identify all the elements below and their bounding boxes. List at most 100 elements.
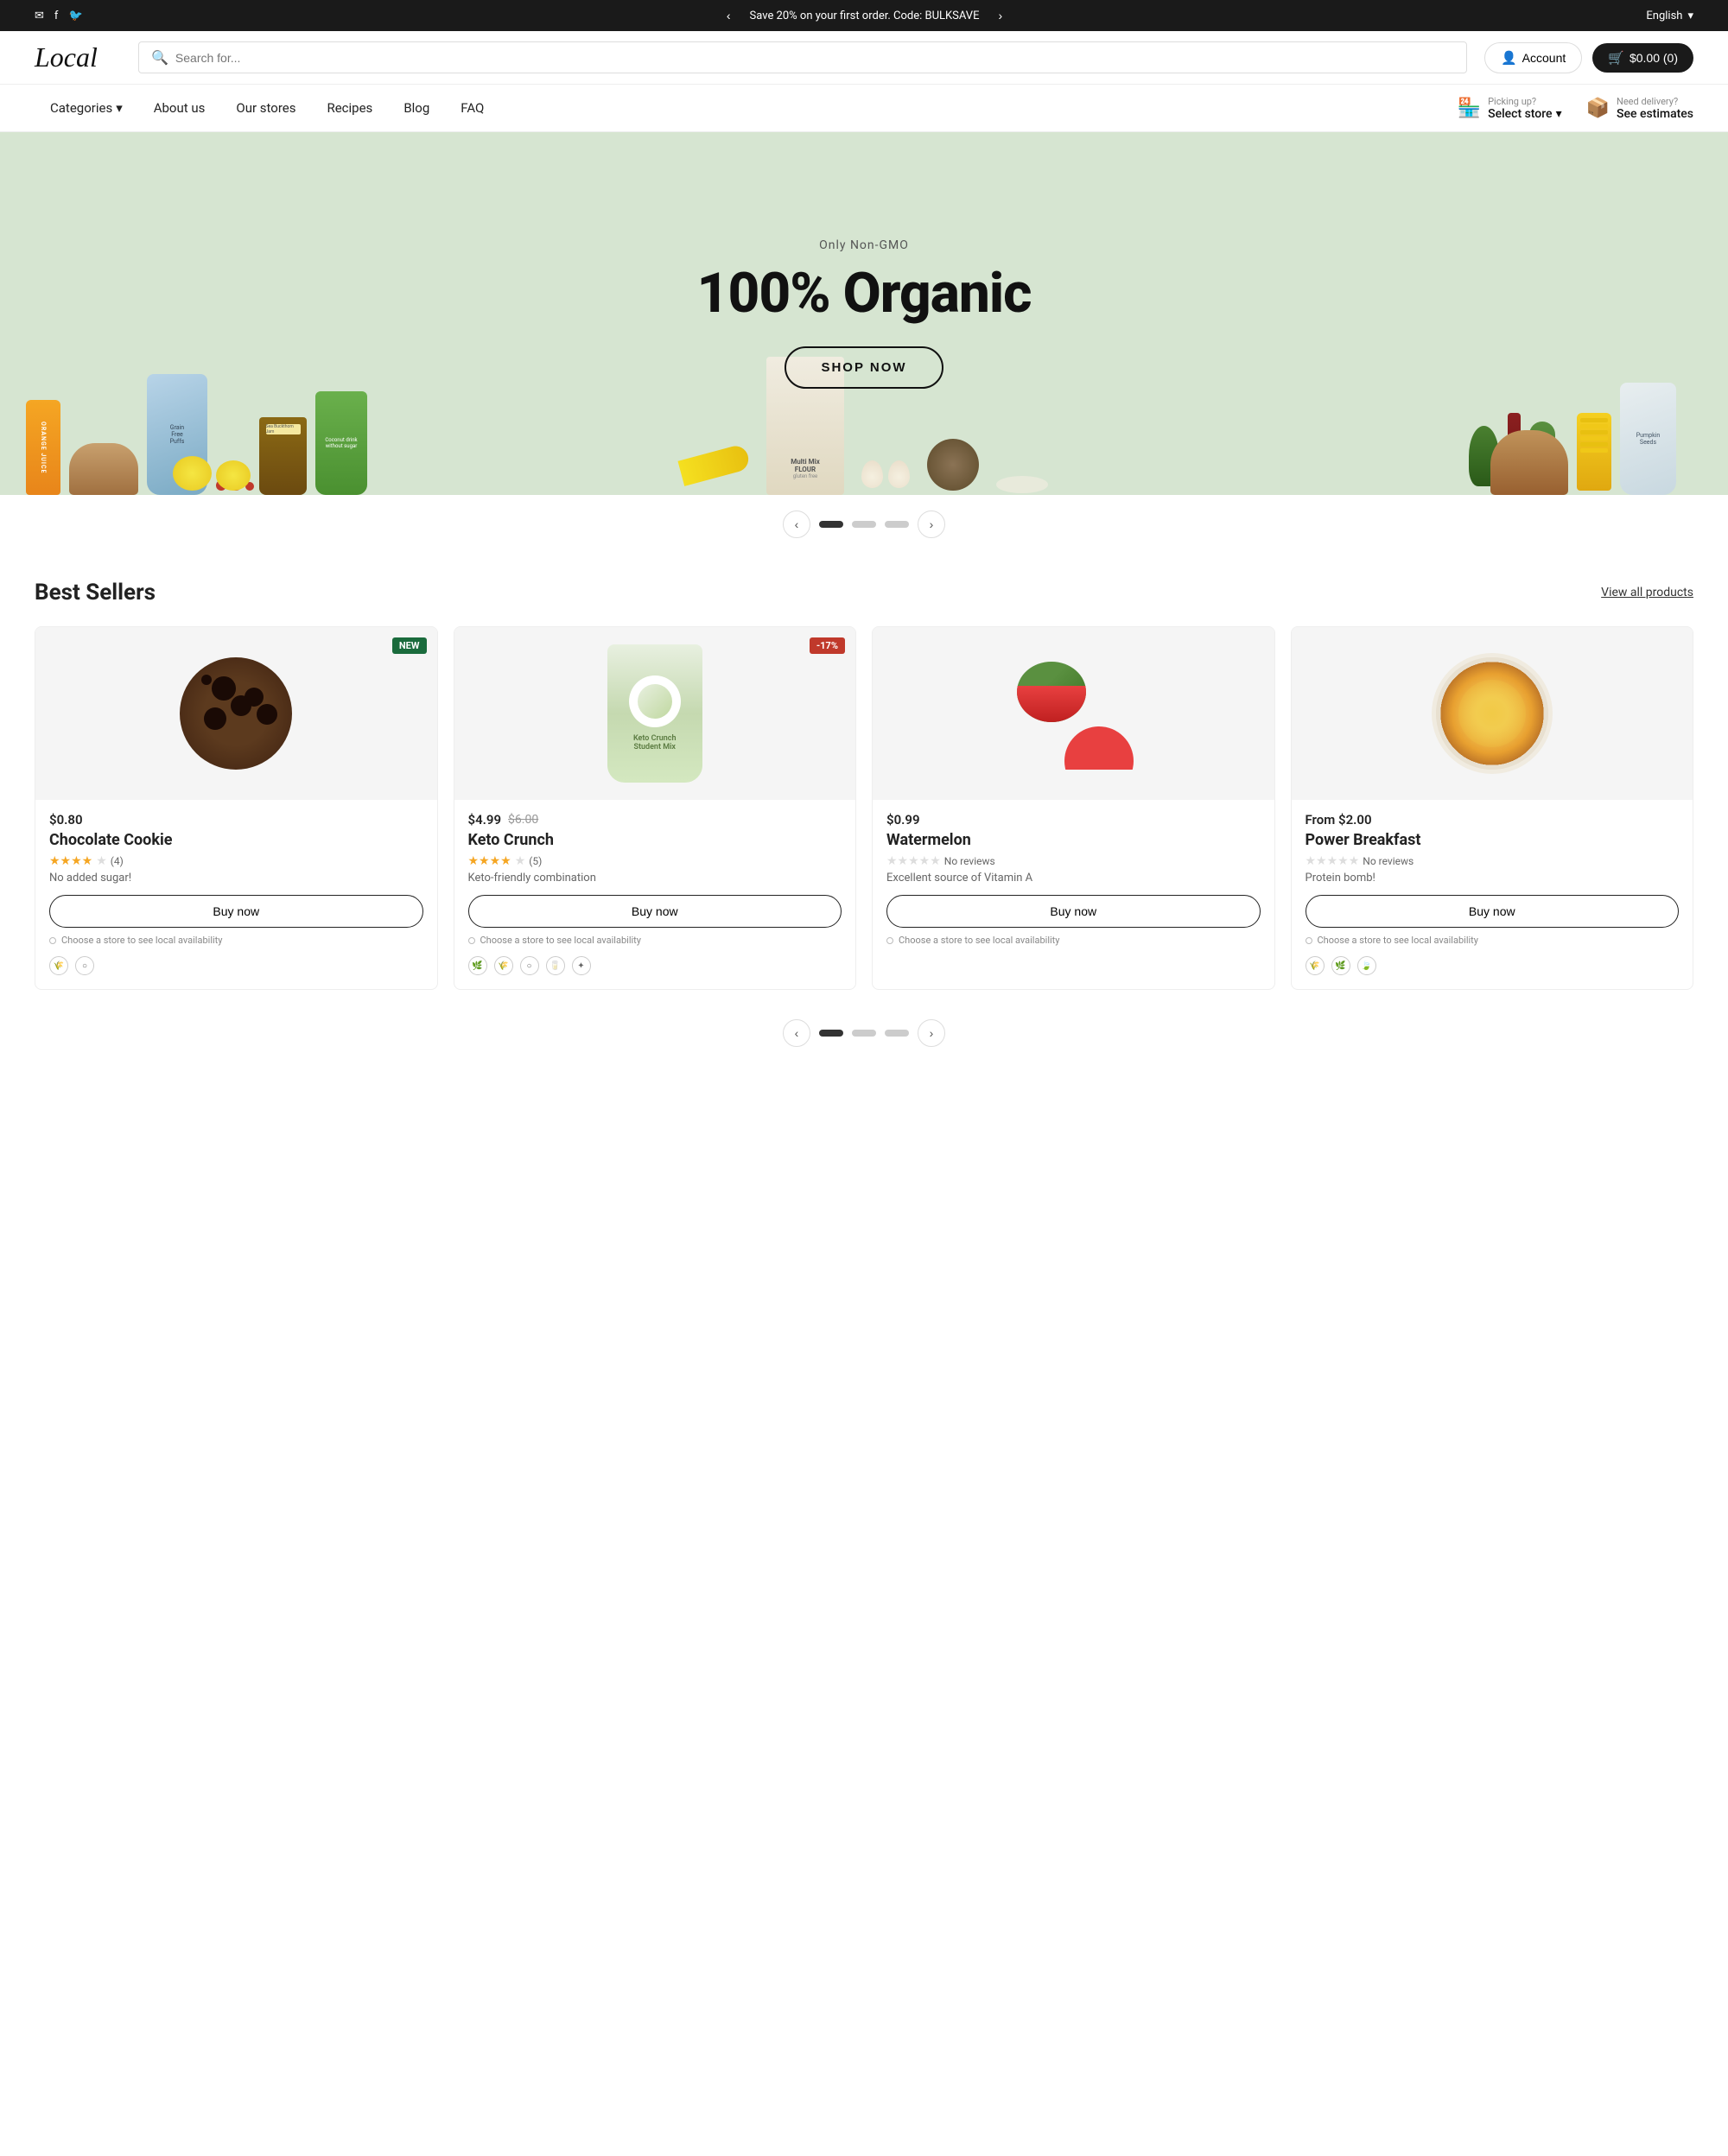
review-count: (5)	[529, 855, 542, 867]
hero-dot-2[interactable]	[852, 521, 876, 528]
flour-spill	[996, 476, 1048, 493]
delivery-icon: 📦	[1586, 98, 1610, 119]
products-carousel-controls: ‹ ›	[0, 1007, 1728, 1073]
buy-now-button[interactable]: Buy now	[1306, 895, 1680, 928]
keto-icon: ✦	[572, 956, 591, 975]
search-icon: 🔍	[151, 49, 168, 66]
account-label: Account	[1522, 51, 1566, 65]
chevron-down-icon: ▾	[1687, 10, 1693, 22]
products-dot-3[interactable]	[885, 1030, 909, 1037]
hero-cta-button[interactable]: SHOP NOW	[785, 346, 943, 389]
product-berries	[216, 479, 254, 491]
view-all-link[interactable]: View all products	[1601, 586, 1693, 599]
hero-dot-3[interactable]	[885, 521, 909, 528]
promo-prev-button[interactable]: ‹	[721, 7, 736, 24]
product-info-chocolate-cookie: $0.80 Chocolate Cookie ★★★★★ (4) No adde…	[35, 800, 437, 885]
search-bar[interactable]: 🔍	[138, 41, 1467, 73]
nav-item-faq[interactable]: FAQ	[445, 85, 499, 131]
keto-text: Keto CrunchStudent Mix	[633, 734, 677, 751]
stars-empty: ★★★★★	[886, 854, 941, 868]
nav-label-about: About us	[154, 100, 206, 116]
nav-item-stores[interactable]: Our stores	[220, 85, 311, 131]
sugar-free-icon: ○	[75, 956, 94, 975]
account-button[interactable]: 👤 Account	[1484, 42, 1582, 73]
product-badge-new: NEW	[392, 637, 427, 654]
product-card-watermelon: $0.99 Watermelon ★★★★★ No reviews Excell…	[872, 626, 1275, 990]
store-availability: Choose a store to see local availability	[468, 935, 842, 946]
review-count: (4)	[111, 855, 124, 867]
hero-subtitle: Only Non-GMO	[697, 238, 1032, 252]
product-info-keto-crunch: $4.99 $6.00 Keto Crunch ★★★★★ (5) Keto-f…	[454, 800, 856, 885]
nav-label-stores: Our stores	[236, 100, 295, 116]
hero-carousel-prev[interactable]: ‹	[783, 510, 810, 538]
search-input[interactable]	[175, 51, 1454, 65]
product-price: $0.80	[49, 812, 423, 828]
chevron-down-icon: ▾	[1556, 107, 1562, 121]
store-availability: Choose a store to see local availability	[886, 935, 1261, 946]
pickup-selector[interactable]: 🏪 Picking up? Select store ▾	[1458, 96, 1562, 121]
hero-carousel-next[interactable]: ›	[918, 510, 945, 538]
product-diet-icons: 🌾 🌿 🍃	[1292, 953, 1693, 975]
products-carousel-prev[interactable]: ‹	[783, 1019, 810, 1047]
product-diet-icons	[873, 953, 1274, 956]
promo-next-button[interactable]: ›	[993, 7, 1007, 24]
nav-item-blog[interactable]: Blog	[388, 85, 445, 131]
nav-right: 🏪 Picking up? Select store ▾ 📦 Need deli…	[1458, 96, 1693, 121]
nav-label-recipes: Recipes	[327, 100, 372, 116]
product-card-keto-crunch: -17% Keto CrunchStudent Mix $4.99 $6.00 …	[454, 626, 857, 990]
product-lemons	[173, 456, 251, 491]
product-pumpkin-seeds: PumpkinSeeds	[1620, 383, 1676, 495]
hero-dot-1[interactable]	[819, 521, 843, 528]
nav-label-blog: Blog	[403, 100, 429, 116]
product-price: $0.99	[886, 812, 1261, 828]
product-card-power-breakfast: From $2.00 Power Breakfast ★★★★★ No revi…	[1291, 626, 1694, 990]
product-avocado	[1469, 426, 1499, 486]
products-dot-2[interactable]	[852, 1030, 876, 1037]
stars-empty: ★	[515, 854, 526, 868]
nav-label-categories: Categories	[50, 100, 112, 116]
cart-button[interactable]: 🛒 $0.00 (0)	[1592, 43, 1693, 73]
twitter-icon[interactable]: 🐦	[68, 10, 82, 22]
store-dot-icon	[886, 937, 893, 944]
product-description: No added sugar!	[49, 872, 423, 885]
product-image-chocolate-cookie: NEW	[35, 627, 437, 800]
top-bar: ✉ f 🐦 ‹ Save 20% on your first order. Co…	[0, 0, 1728, 31]
best-sellers-section: Best Sellers View all products NEW $0.80…	[0, 554, 1728, 1007]
cart-icon: 🛒	[1608, 50, 1624, 66]
language-selector[interactable]: English ▾	[1646, 10, 1693, 22]
product-price: From $2.00	[1306, 812, 1680, 828]
product-name: Power Breakfast	[1306, 831, 1680, 849]
delivery-info[interactable]: 📦 Need delivery? See estimates	[1586, 96, 1693, 121]
main-nav: Categories ▾ About us Our stores Recipes…	[0, 85, 1728, 132]
gluten-free-icon: 🌾	[49, 956, 68, 975]
review-count: No reviews	[944, 855, 995, 867]
product-description: Protein bomb!	[1306, 872, 1680, 885]
stars-empty: ★	[96, 854, 107, 868]
nav-item-about[interactable]: About us	[138, 85, 221, 131]
email-icon[interactable]: ✉	[35, 10, 44, 22]
vegan-icon: 🌿	[1331, 956, 1350, 975]
pickup-value: Select store ▾	[1488, 107, 1562, 121]
logo[interactable]: Local	[35, 41, 121, 73]
products-carousel-next[interactable]: ›	[918, 1019, 945, 1047]
product-image-keto-crunch: -17% Keto CrunchStudent Mix	[454, 627, 856, 800]
product-corn	[1577, 413, 1611, 491]
nav-item-recipes[interactable]: Recipes	[311, 85, 388, 131]
nav-left: Categories ▾ About us Our stores Recipes…	[35, 85, 499, 131]
product-rating: ★★★★★ No reviews	[886, 854, 1261, 868]
promo-banner: ‹ Save 20% on your first order. Code: BU…	[83, 7, 1647, 24]
buy-now-button[interactable]: Buy now	[468, 895, 842, 928]
delivery-value: See estimates	[1617, 107, 1693, 121]
products-dot-1[interactable]	[819, 1030, 843, 1037]
facebook-icon[interactable]: f	[54, 10, 59, 22]
product-image-power-breakfast	[1292, 627, 1693, 800]
section-header: Best Sellers View all products	[35, 580, 1693, 606]
buy-now-button[interactable]: Buy now	[49, 895, 423, 928]
buy-now-button[interactable]: Buy now	[886, 895, 1261, 928]
product-coconut-drink: Coconut drink without sugar	[315, 391, 367, 495]
account-icon: 👤	[1501, 50, 1517, 66]
cookie-visual	[180, 657, 292, 770]
nav-item-categories[interactable]: Categories ▾	[35, 85, 138, 131]
grain-icon: 🌾	[494, 956, 513, 975]
hero-banner: ORANGE JUICE GrainFreePuffs Sea Buckthor…	[0, 132, 1728, 495]
